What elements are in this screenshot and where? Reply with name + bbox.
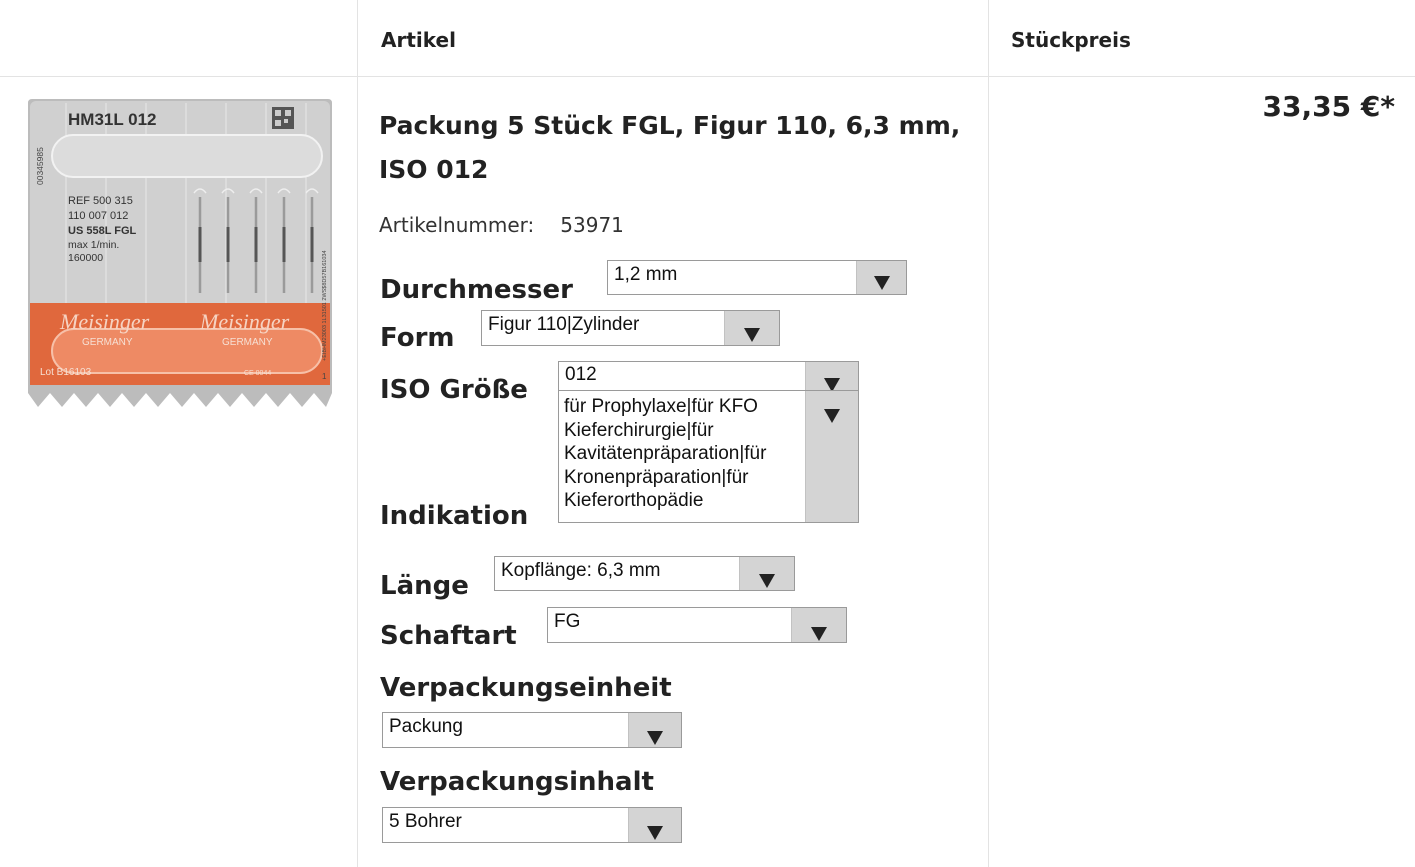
verpackungsinhalt-select[interactable]: 5 Bohrer xyxy=(382,807,682,843)
iso-size-select[interactable]: 012 xyxy=(558,361,859,391)
side-code-left: 00345985 xyxy=(35,147,45,185)
ce-mark: CE 0044 xyxy=(244,370,271,377)
indikation-option[interactable]: für Prophylaxe|für KFO xyxy=(564,395,804,419)
indikation-option[interactable]: Kavitätenpräparation|für xyxy=(564,442,804,466)
header-divider xyxy=(0,76,1415,77)
iso-size-label: ISO Größe xyxy=(380,375,528,405)
durchmesser-select[interactable]: 1,2 mm xyxy=(607,260,907,295)
form-select[interactable]: Figur 110|Zylinder xyxy=(481,310,780,346)
schaftart-label: Schaftart xyxy=(380,621,517,651)
durchmesser-label: Durchmesser xyxy=(380,275,573,305)
ref-line: REF 500 315 xyxy=(68,195,133,207)
product-title: Packung 5 Stück FGL, Figur 110, 6,3 mm, … xyxy=(379,111,961,184)
country-label: GERMANY xyxy=(82,337,133,348)
column-divider xyxy=(988,0,989,867)
chevron-down-icon[interactable] xyxy=(856,261,906,294)
form-label: Form xyxy=(380,323,455,353)
side-code-right: +EIBHM23003 1L31501 2WS$8D57B161034 xyxy=(322,250,328,361)
column-header-article: Artikel xyxy=(381,28,456,52)
chevron-down-icon[interactable] xyxy=(739,557,794,590)
unit-price: 33,35 €* xyxy=(1262,90,1395,123)
ref-line: 110 007 012 xyxy=(68,210,128,222)
brand-logo: Meisinger xyxy=(199,309,290,334)
article-number: Artikelnummer: 53971 xyxy=(379,213,624,237)
indikation-select[interactable]: für Prophylaxe|für KFO Kieferchirurgie|f… xyxy=(558,390,859,523)
chevron-down-icon[interactable] xyxy=(628,713,681,747)
indikation-option[interactable]: Kieferorthopädie xyxy=(564,489,804,513)
lot-number: Lot B16103 xyxy=(40,367,92,378)
indikation-option[interactable]: Kronenpräparation|für xyxy=(564,466,804,490)
count-label: 1 xyxy=(322,372,327,381)
indikation-label: Indikation xyxy=(380,501,529,531)
country-label: GERMANY xyxy=(222,337,273,348)
ref-line: max 1/min. xyxy=(68,239,119,251)
laenge-select[interactable]: Kopflänge: 6,3 mm xyxy=(494,556,795,591)
verpackungseinheit-select[interactable]: Packung xyxy=(382,712,682,748)
laenge-label: Länge xyxy=(380,571,469,601)
ref-line: 160000 xyxy=(68,252,103,264)
chevron-down-icon[interactable] xyxy=(724,311,779,345)
column-header-price: Stückpreis xyxy=(1011,28,1131,52)
chevron-down-icon[interactable] xyxy=(805,362,858,390)
product-image[interactable]: HM31L 012 00345985 +EIBHM23003 1L31501 2… xyxy=(26,97,334,409)
article-number-label: Artikelnummer: xyxy=(379,213,535,237)
ref-line: US 558L FGL xyxy=(68,225,137,237)
article-number-value: 53971 xyxy=(560,213,624,237)
product-code: HM31L 012 xyxy=(68,110,157,129)
chevron-down-icon[interactable] xyxy=(628,808,681,842)
column-divider xyxy=(357,0,358,867)
brand-logo: Meisinger xyxy=(59,309,150,334)
verpackungseinheit-label: Verpackungseinheit xyxy=(380,673,672,703)
verpackungsinhalt-label: Verpackungsinhalt xyxy=(380,767,654,797)
chevron-down-icon[interactable] xyxy=(805,391,858,522)
chevron-down-icon[interactable] xyxy=(791,608,846,642)
indikation-option[interactable]: Kieferchirurgie|für xyxy=(564,419,804,443)
schaftart-select[interactable]: FG xyxy=(547,607,847,643)
